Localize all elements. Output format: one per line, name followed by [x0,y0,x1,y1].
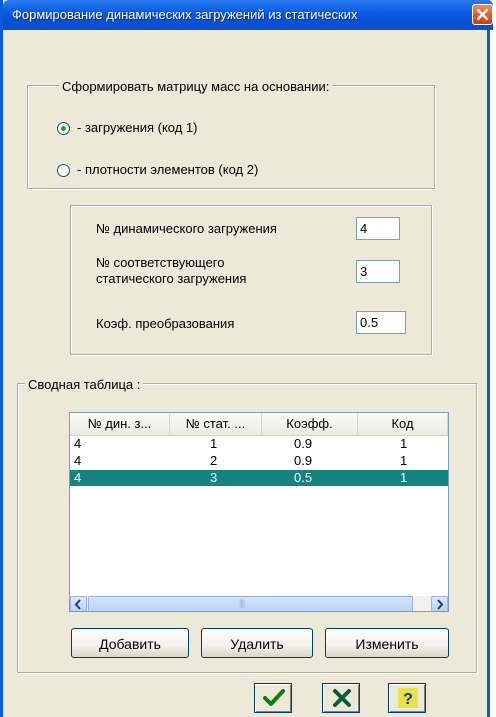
scroll-thumb[interactable]: |||| [88,596,413,611]
cell-stat-load: 2 [210,453,218,468]
summary-legend: Сводная таблица : [25,377,144,392]
column-header-code[interactable]: Код [358,413,448,435]
cancel-button[interactable] [322,683,360,713]
radio-load-code-1-label[interactable]: - загружения (код 1) [77,120,198,135]
help-glyph: ? [403,691,413,708]
cross-icon [333,689,351,707]
stat-load-label-line1: № соответствующего [96,255,225,270]
add-button[interactable]: Добавить [71,628,189,658]
mass-matrix-legend: Сформировать матрицу масс на основании: [59,79,333,94]
radio-load-code-1[interactable] [57,122,70,135]
checkmark-icon [263,689,285,706]
question-icon: ? [398,688,418,708]
cell-dyn-load: 4 [74,453,82,468]
cell-stat-load: 1 [210,436,218,451]
cell-coef: 0.5 [294,470,313,485]
cell-dyn-load: 4 [74,470,82,485]
ok-button[interactable] [254,683,292,713]
window-title: Формирование динамических загружений из … [12,7,358,22]
summary-table[interactable]: № дин. з... № стат. ... Коэфф. Код 4 1 0… [69,412,449,612]
help-button[interactable]: ? [388,683,426,713]
table-row-selected[interactable]: 4 3 0.5 1 [70,470,448,486]
stat-load-input[interactable] [356,260,400,283]
stat-load-label-line2: статического загружения [96,271,247,286]
cell-code: 1 [400,470,408,485]
cell-coef: 0.9 [294,453,313,468]
scroll-grip: |||| [239,598,245,608]
chevron-left-icon [74,599,81,610]
close-icon [476,8,489,21]
scroll-right-button[interactable] [431,596,448,611]
column-header-stat-load[interactable]: № стат. ... [170,413,262,435]
dialog-window: Формирование динамических загружений из … [0,0,493,717]
column-header-coef[interactable]: Коэфф. [262,413,358,435]
cell-code: 1 [400,436,408,451]
radio-density-code-2[interactable] [57,164,70,177]
table-header: № дин. з... № стат. ... Коэфф. Код [70,413,448,436]
cell-stat-load: 3 [210,470,218,485]
delete-button[interactable]: Удалить [201,628,313,658]
cell-code: 1 [400,453,408,468]
coef-label: Коэф. преобразования [96,316,235,331]
cell-coef: 0.9 [294,436,313,451]
radio-density-code-2-label[interactable]: - плотности элементов (код 2) [77,162,258,177]
chevron-right-icon [437,599,444,610]
title-bar[interactable]: Формирование динамических загружений из … [3,0,493,30]
scroll-left-button[interactable] [70,596,87,611]
cell-dyn-load: 4 [74,436,82,451]
table-row[interactable]: 4 2 0.9 1 [70,453,448,469]
column-header-dyn-load[interactable]: № дин. з... [70,413,170,435]
close-button[interactable] [472,4,493,25]
dyn-load-label: № динамического загружения [96,221,277,236]
coef-input[interactable] [356,311,406,334]
dyn-load-input[interactable] [356,217,400,240]
edit-button[interactable]: Изменить [325,628,449,658]
horizontal-scrollbar[interactable]: |||| [70,596,448,611]
table-row[interactable]: 4 1 0.9 1 [70,436,448,452]
